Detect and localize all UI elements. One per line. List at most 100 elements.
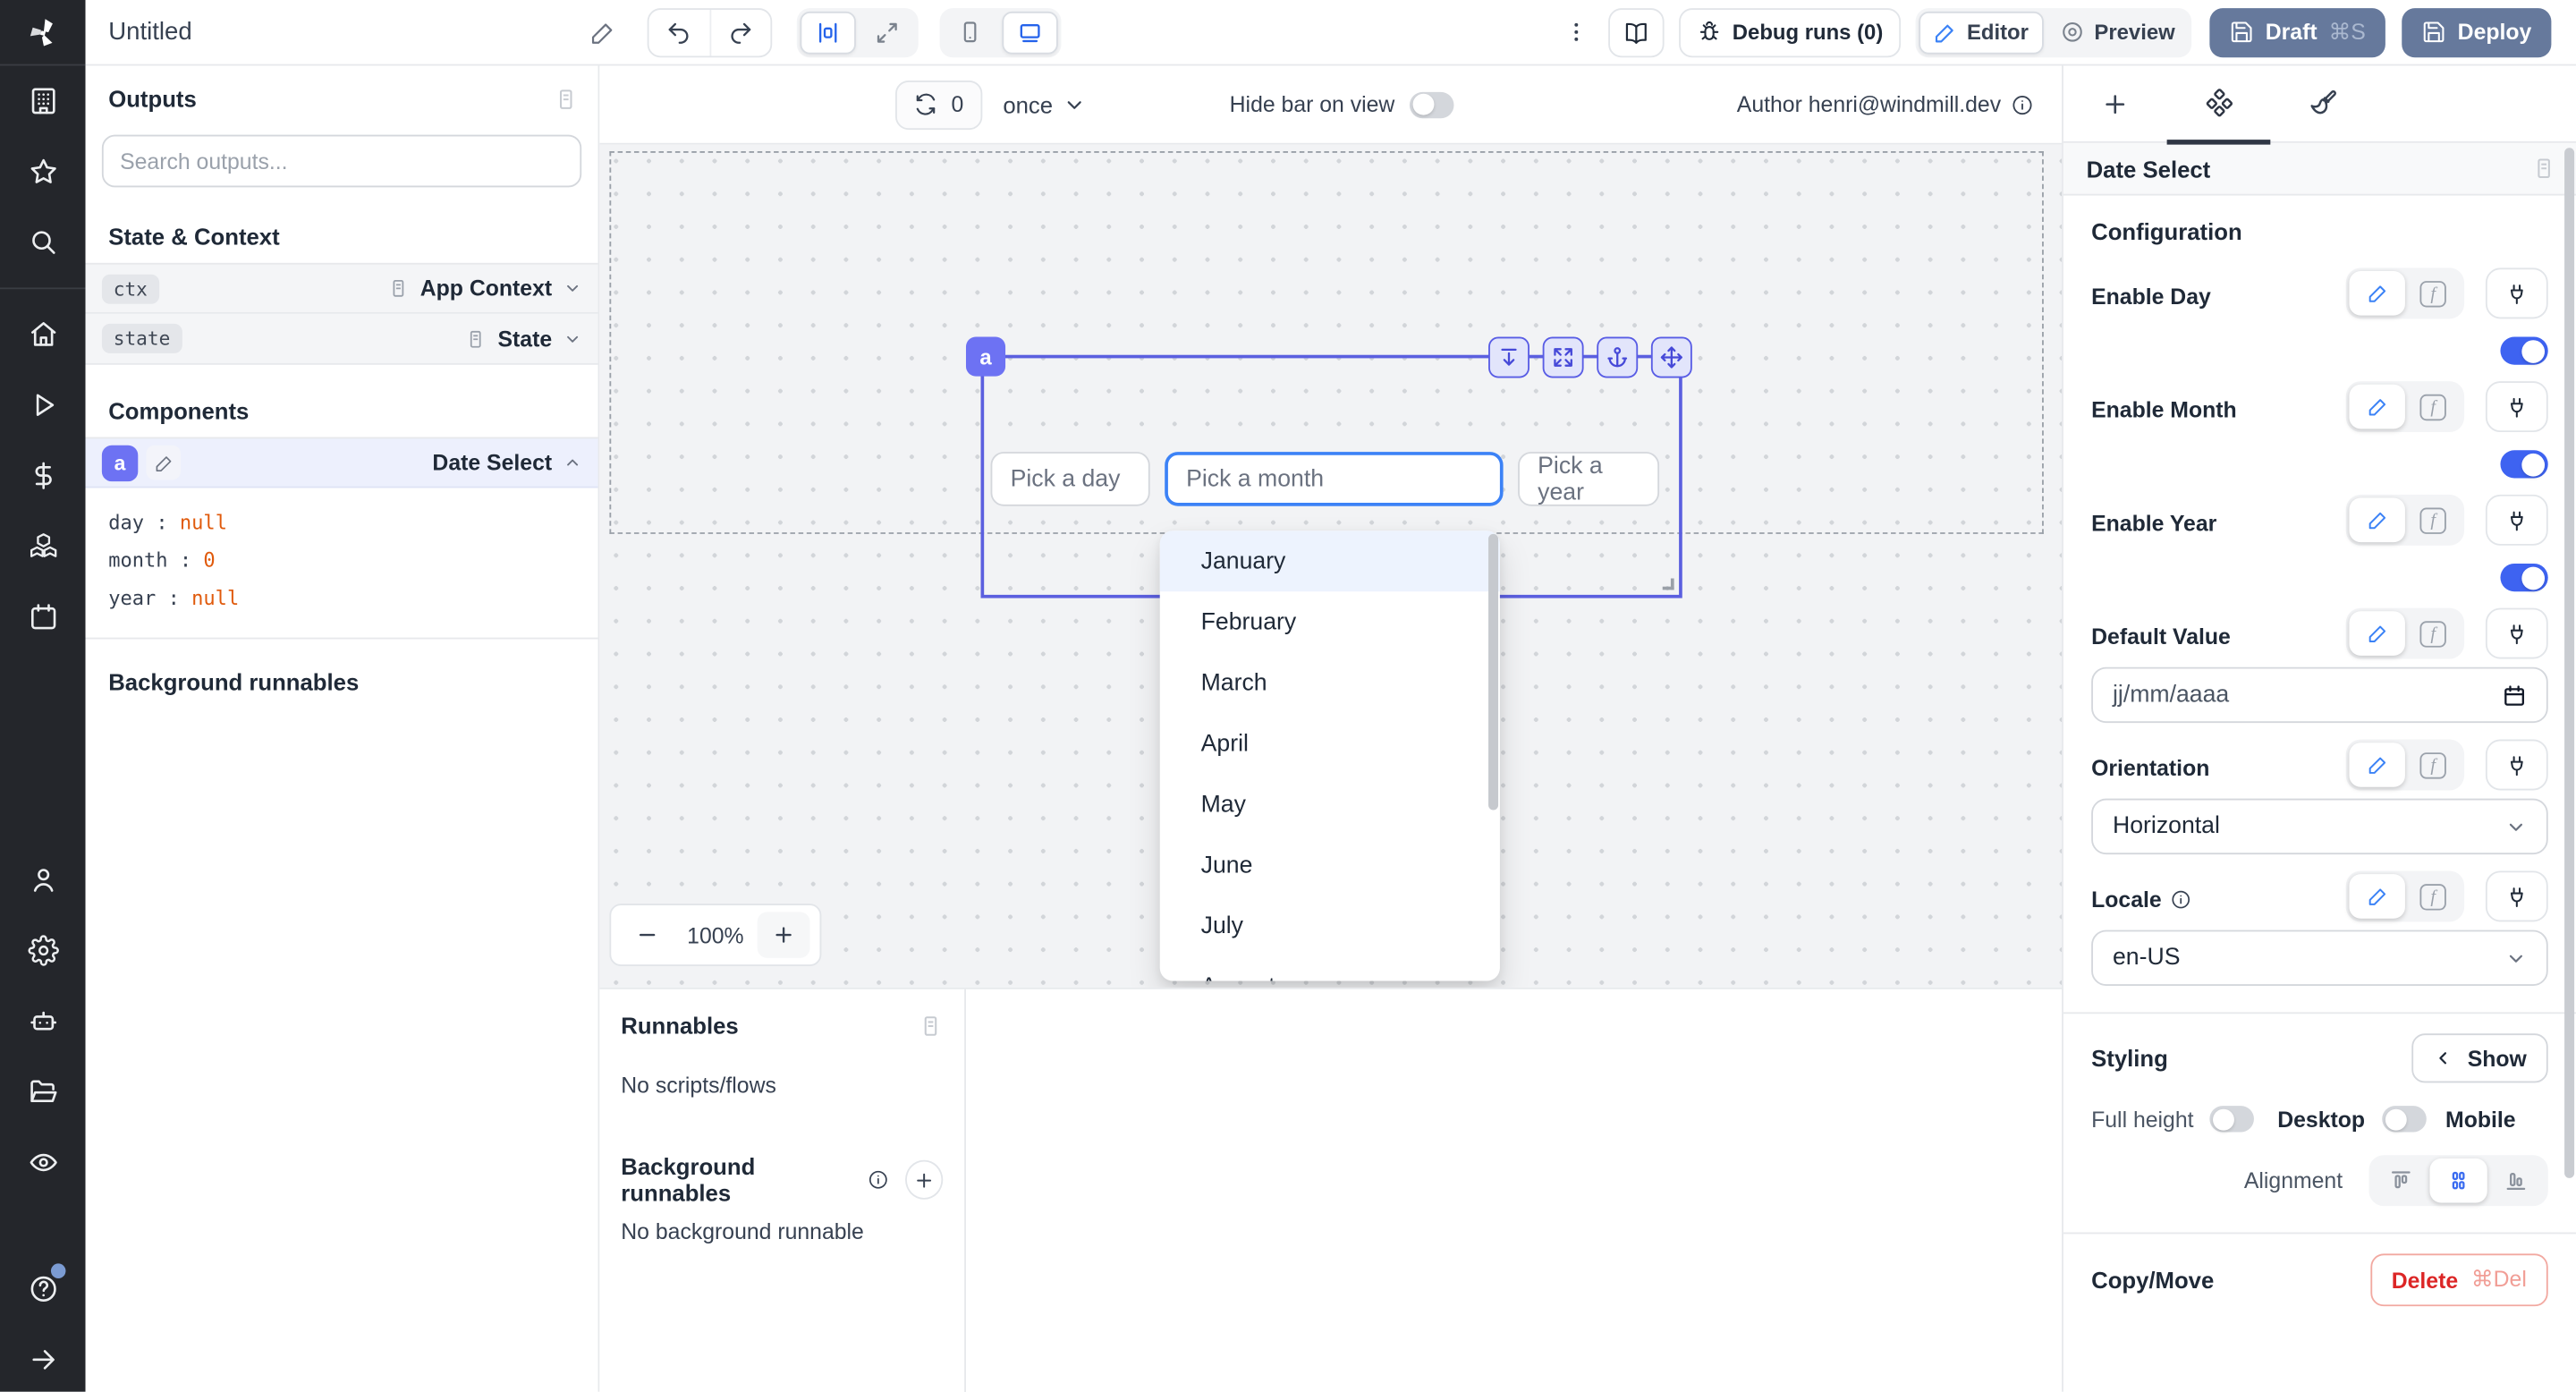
workspace-building-icon[interactable] [0, 65, 86, 136]
month-option[interactable]: March [1160, 652, 1500, 713]
kebab-menu-icon[interactable] [1556, 13, 1594, 51]
hide-bar-toggle[interactable] [1410, 91, 1454, 117]
month-option[interactable]: April [1160, 713, 1500, 774]
docs-book-button[interactable] [1607, 7, 1663, 56]
preview-tab[interactable]: Preview [2046, 11, 2188, 54]
dropdown-scrollbar[interactable] [1488, 534, 1498, 811]
month-option[interactable]: May [1160, 774, 1500, 835]
static-pencil-icon[interactable] [2349, 874, 2404, 919]
move-icon[interactable] [1651, 337, 1692, 378]
desktop-view-button[interactable] [1002, 11, 1057, 54]
runs-play-icon[interactable] [0, 369, 86, 440]
schedules-calendar-icon[interactable] [0, 581, 86, 652]
day-input[interactable]: Pick a day [991, 452, 1150, 506]
zoom-out-button[interactable] [621, 912, 674, 957]
home-icon[interactable] [0, 299, 86, 369]
month-option[interactable]: January [1160, 530, 1500, 591]
windmill-logo[interactable] [0, 0, 86, 65]
month-option[interactable]: June [1160, 835, 1500, 895]
fx-icon[interactable]: f [2405, 611, 2461, 656]
desktop-toggle[interactable] [2381, 1106, 2426, 1132]
maximize-icon[interactable] [1543, 337, 1584, 378]
fx-icon[interactable]: f [2405, 743, 2461, 787]
connect-plug-icon[interactable] [2486, 870, 2548, 921]
locale-select[interactable]: en-US [2091, 930, 2548, 986]
panel-collapse-icon[interactable] [2531, 156, 2556, 181]
full-height-toggle[interactable] [2210, 1106, 2255, 1132]
year-input[interactable]: Pick a year [1518, 452, 1659, 506]
output-year[interactable]: year : null [108, 580, 575, 617]
styling-show-button[interactable]: Show [2411, 1033, 2547, 1082]
delete-button[interactable]: Delete ⌘Del [2370, 1253, 2548, 1306]
anchor-icon[interactable] [1597, 337, 1638, 378]
panel-collapse-icon[interactable] [554, 86, 579, 111]
add-background-runnable-button[interactable] [906, 1160, 944, 1200]
enable-month-toggle[interactable] [2500, 450, 2547, 478]
enable-day-toggle[interactable] [2500, 337, 2547, 365]
editor-tab[interactable]: Editor [1919, 11, 2044, 54]
static-pencil-icon[interactable] [2349, 611, 2404, 656]
favorites-star-icon[interactable] [0, 136, 86, 207]
align-bottom-icon[interactable] [2487, 1159, 2545, 1203]
debug-runs-button[interactable]: Debug runs (0) [1678, 7, 1901, 56]
resize-handle[interactable] [1663, 579, 1674, 590]
default-value-date-input[interactable]: jj/mm/aaaa [2091, 667, 2548, 723]
refresh-count-button[interactable]: 0 [895, 80, 981, 129]
orientation-select[interactable]: Horizontal [2091, 799, 2548, 854]
apps-boxes-icon[interactable] [0, 511, 86, 581]
fx-icon[interactable]: f [2405, 874, 2461, 919]
enable-year-toggle[interactable] [2500, 564, 2547, 591]
month-option[interactable]: August [1160, 956, 1500, 981]
connect-plug-icon[interactable] [2486, 608, 2548, 659]
connect-plug-icon[interactable] [2486, 381, 2548, 432]
month-option[interactable]: February [1160, 591, 1500, 652]
mobile-view-button[interactable] [943, 11, 998, 54]
undo-button[interactable] [648, 9, 709, 55]
static-pencil-icon[interactable] [2349, 498, 2404, 543]
app-canvas[interactable]: a Pick a day [599, 145, 2062, 988]
panel-collapse-icon[interactable] [919, 1013, 944, 1038]
expand-down-icon[interactable] [1488, 337, 1530, 378]
component-handle[interactable]: a [966, 337, 1005, 377]
center-layout-button[interactable] [800, 11, 855, 54]
static-pencil-icon[interactable] [2349, 271, 2404, 316]
inspector-scrollbar[interactable] [2564, 148, 2574, 1178]
user-icon[interactable] [0, 845, 86, 915]
rename-component-pencil-icon[interactable] [146, 446, 181, 480]
static-pencil-icon[interactable] [2349, 743, 2404, 787]
zoom-in-button[interactable] [758, 912, 810, 957]
output-day[interactable]: day : null [108, 505, 575, 542]
connect-plug-icon[interactable] [2486, 495, 2548, 546]
add-component-tab[interactable] [2063, 65, 2167, 142]
state-row[interactable]: state State [86, 314, 598, 365]
fx-icon[interactable]: f [2405, 271, 2461, 316]
workers-bot-icon[interactable] [0, 986, 86, 1057]
fx-icon[interactable]: f [2405, 385, 2461, 429]
search-icon[interactable] [0, 207, 86, 277]
deploy-button[interactable]: Deploy [2402, 7, 2551, 56]
audit-eye-icon[interactable] [0, 1127, 86, 1198]
fullscreen-layout-button[interactable] [859, 11, 914, 54]
static-pencil-icon[interactable] [2349, 385, 2404, 429]
month-input[interactable]: Pick a month [1165, 452, 1503, 506]
frequency-dropdown[interactable]: once [1003, 91, 1085, 117]
fx-icon[interactable]: f [2405, 498, 2461, 543]
align-center-icon[interactable] [2429, 1159, 2487, 1203]
help-icon[interactable] [0, 1253, 86, 1324]
output-month[interactable]: month : 0 [108, 542, 575, 580]
redo-button[interactable] [709, 9, 770, 55]
calendar-icon[interactable] [2502, 683, 2527, 708]
connect-plug-icon[interactable] [2486, 740, 2548, 791]
align-top-icon[interactable] [2372, 1159, 2429, 1203]
resources-dollar-icon[interactable] [0, 440, 86, 511]
edit-title-pencil-icon[interactable] [583, 13, 623, 52]
month-option[interactable]: July [1160, 895, 1500, 956]
theme-brush-tab[interactable] [2270, 65, 2374, 142]
ctx-row[interactable]: ctx App Context [86, 263, 598, 314]
settings-gear-icon[interactable] [0, 915, 86, 986]
component-row-a[interactable]: a Date Select [86, 437, 598, 488]
outputs-search-input[interactable] [102, 135, 581, 188]
collapse-arrow-icon[interactable] [0, 1324, 86, 1392]
draft-button[interactable]: Draft ⌘S [2209, 7, 2385, 56]
connect-plug-icon[interactable] [2486, 267, 2548, 318]
